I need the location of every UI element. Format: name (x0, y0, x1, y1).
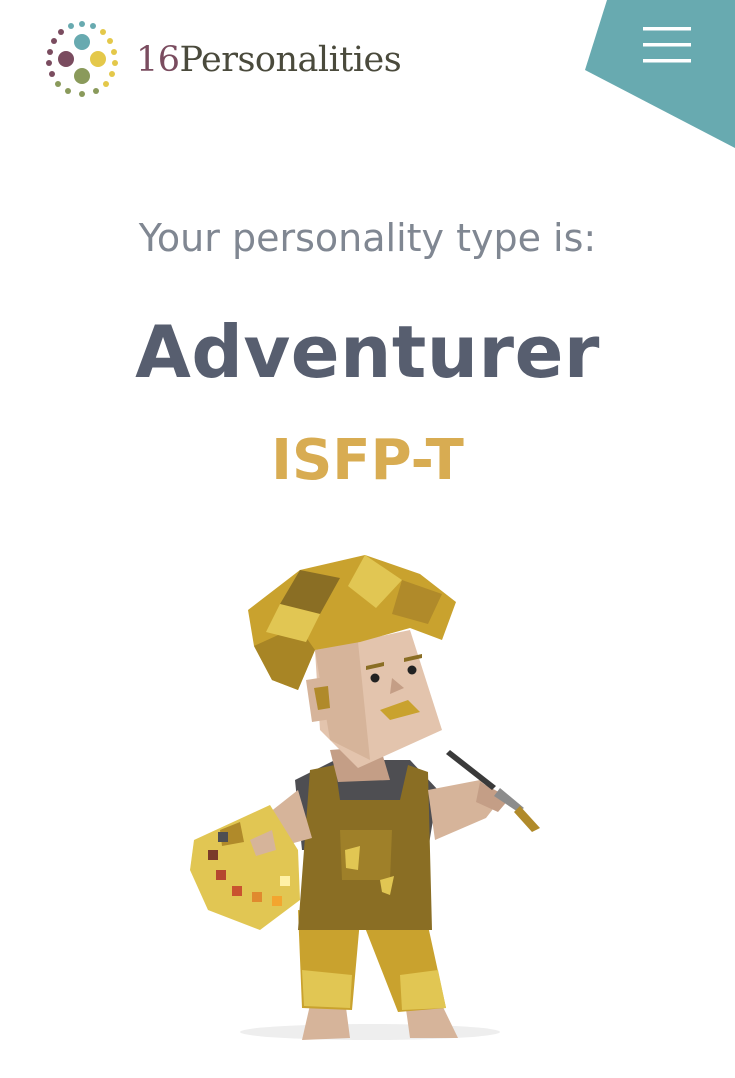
menu-corner-shape (585, 0, 735, 148)
brand-number: 16 (136, 39, 180, 80)
brand-word: Personalities (179, 39, 402, 80)
site-logo[interactable]: 16Personalities (40, 18, 402, 102)
personality-type-name: Adventurer (135, 310, 600, 394)
menu-button[interactable] (585, 0, 735, 150)
brand-name: 16Personalities (136, 39, 402, 80)
adventurer-painter-illustration (190, 555, 540, 1040)
result-intro: Your personality type is: (138, 216, 597, 260)
adventurer-illustration (180, 550, 560, 1050)
dotted-circle-logo-icon (46, 21, 118, 97)
personality-type-code: ISFP-T (271, 428, 464, 493)
site-header: 16Personalities (0, 0, 735, 150)
